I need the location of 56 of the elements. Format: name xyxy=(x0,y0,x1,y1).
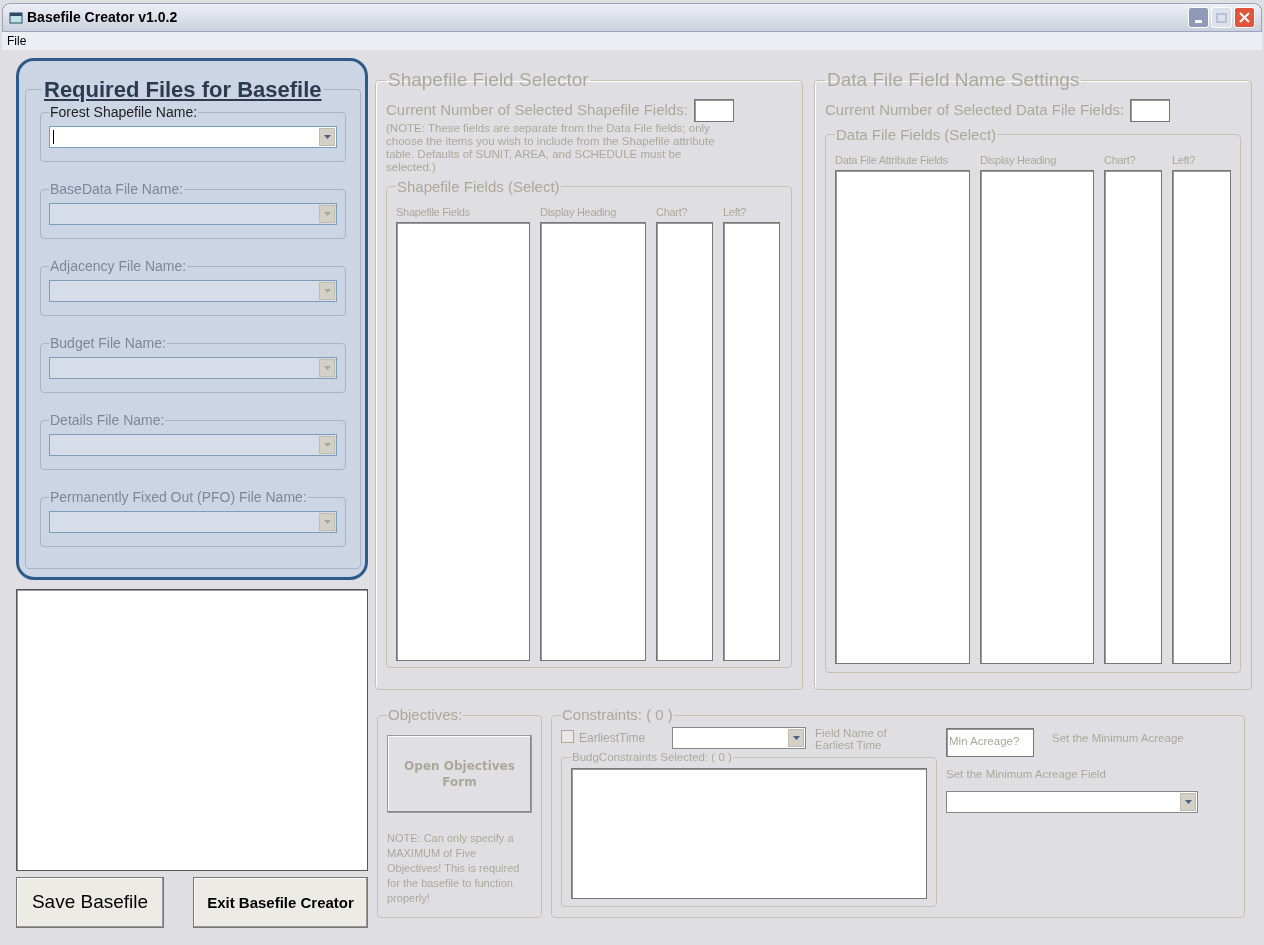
section-heading: Constraints: ( 0 ) xyxy=(561,705,674,725)
maximize-icon xyxy=(1216,12,1227,23)
window-title: Basefile Creator v1.0.2 xyxy=(27,8,178,27)
caret-icon xyxy=(1184,799,1192,804)
minimize-icon xyxy=(1195,20,1202,23)
menu-item[interactable]: File xyxy=(6,32,28,50)
panel-heading: Required Files for Basefile xyxy=(43,76,323,104)
field-label: Adjacency File Name: xyxy=(49,257,188,276)
field-label: Set the Minimum Acreage Field xyxy=(946,766,1107,782)
file-dropdown[interactable] xyxy=(49,357,337,379)
field-label: Budget File Name: xyxy=(49,334,167,353)
field-label: Set the Minimum Acreage xyxy=(1052,730,1184,746)
column-header: Data File Attribute Fields xyxy=(835,153,949,168)
maximize-button[interactable] xyxy=(1211,7,1232,28)
caret-icon xyxy=(323,212,331,216)
section-heading: Objectives: xyxy=(387,705,464,725)
count-label: Current Number of Selected Data File Fields: xyxy=(825,99,1125,120)
column-header: Left? xyxy=(723,205,748,220)
caret-icon xyxy=(323,135,331,139)
file-dropdown[interactable] xyxy=(49,511,337,533)
field-label: Forest Shapefile Name: xyxy=(49,103,199,122)
column-header: Shapefile Fields xyxy=(396,205,471,220)
close-icon xyxy=(1239,12,1250,23)
count-label: Current Number of Selected Shapefile Fields: xyxy=(386,99,688,120)
checkbox-label: EarliestTime xyxy=(579,729,647,747)
column-header: Chart? xyxy=(1104,153,1137,168)
note-text: (NOTE: These fields are separate from the Data File fields; only choose the items you wish to include from the Shapefile attribute table. Defaults of SUNIT, AREA, and SCHEDULE must be selected.) xyxy=(386,121,716,174)
caret-icon xyxy=(323,366,331,370)
column-header: Display Heading xyxy=(540,205,617,220)
field-label: Permanently Fixed Out (PFO) File Name: xyxy=(49,488,308,507)
group-heading: BudgConstraints Selected: ( 0 ) xyxy=(571,749,733,765)
group-heading: Shapefile Fields (Select) xyxy=(396,176,561,197)
column-header: Left? xyxy=(1172,153,1197,168)
dropdown-button[interactable] xyxy=(319,128,335,146)
section-heading: Shapefile Field Selector xyxy=(387,68,590,92)
caret-icon xyxy=(323,443,331,447)
section-heading: Data File Field Name Settings xyxy=(826,68,1081,92)
column-header: Display Heading xyxy=(980,153,1057,168)
column-header: Chart? xyxy=(656,205,689,220)
field-label: Field Name of Earliest Time xyxy=(815,726,888,751)
file-dropdown[interactable] xyxy=(49,126,337,148)
field-label: BaseData File Name: xyxy=(49,180,185,199)
caret-icon xyxy=(323,289,331,293)
save-button[interactable]: Save Basefile xyxy=(16,877,164,928)
group-heading: Data File Fields (Select) xyxy=(835,124,998,145)
window-icon xyxy=(9,11,23,24)
file-dropdown[interactable] xyxy=(49,434,337,456)
caret-icon xyxy=(323,520,331,524)
minimize-button[interactable] xyxy=(1188,7,1209,28)
close-button[interactable] xyxy=(1234,7,1255,28)
file-dropdown[interactable] xyxy=(49,280,337,302)
note-text: NOTE: Can only specify a MAXIMUM of Five Objectives! This is required for the basefile to function properly! xyxy=(387,830,521,906)
field-label: Details File Name: xyxy=(49,411,166,430)
caret-icon xyxy=(792,735,800,740)
file-dropdown[interactable] xyxy=(49,203,337,225)
exit-button[interactable]: Exit Basefile Creator xyxy=(193,877,368,928)
